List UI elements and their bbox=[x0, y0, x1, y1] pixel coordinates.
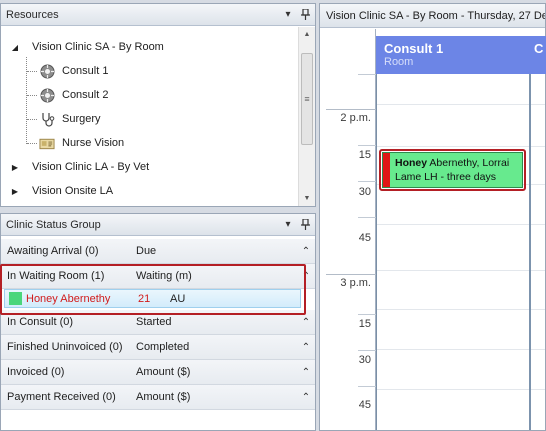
tree-group-label: Vision Clinic SA - By Room bbox=[32, 41, 164, 53]
status-group-column: Amount ($) bbox=[136, 366, 191, 378]
status-row-finished-uninvoiced[interactable]: Finished Uninvoiced (0) Completed ⌃ bbox=[1, 335, 315, 360]
collapse-caret-icon[interactable]: ⌃ bbox=[297, 246, 315, 257]
tree-item-label: Nurse Vision bbox=[62, 137, 125, 149]
time-label: 15 bbox=[358, 149, 371, 161]
appointment-reason: Lame LH - three days bbox=[395, 171, 496, 183]
clinic-status-panel: Clinic Status Group ▾ Awaiting Arrival (… bbox=[0, 213, 316, 431]
column-header-consult-1[interactable]: Consult 1 Room bbox=[376, 36, 530, 74]
tree-item-consult-1[interactable]: Consult 1 bbox=[1, 60, 108, 82]
tree-item-label: Surgery bbox=[62, 113, 101, 125]
collapsed-triangle-icon[interactable]: ▶ bbox=[10, 163, 20, 172]
status-group-name: Invoiced (0) bbox=[7, 366, 65, 378]
tree-group-vision-clinic-la[interactable]: ▶ Vision Clinic LA - By Vet bbox=[1, 156, 149, 178]
slot-line bbox=[376, 349, 545, 350]
status-row-invoiced[interactable]: Invoiced (0) Amount ($) ⌃ bbox=[1, 360, 315, 385]
calendar-title: Vision Clinic SA - By Room - Thursday, 2… bbox=[320, 4, 545, 28]
tree-group-label: Vision Clinic LA - By Vet bbox=[32, 161, 150, 173]
status-group-name: Finished Uninvoiced (0) bbox=[7, 341, 123, 353]
appointment-text: Honey Abernethy, Lorrai Lame LH - three … bbox=[390, 153, 509, 187]
time-tick bbox=[358, 350, 376, 351]
time-label: 30 bbox=[358, 186, 371, 198]
tree-group-vision-onsite-la[interactable]: ▶ Vision Onsite LA bbox=[1, 180, 113, 202]
pin-icon[interactable] bbox=[298, 8, 312, 22]
tree-item-surgery[interactable]: Surgery bbox=[1, 108, 101, 130]
collapse-caret-icon[interactable]: ⌃ bbox=[297, 367, 315, 378]
scrollbar-thumb[interactable]: ≡ bbox=[301, 53, 313, 145]
stethoscope-icon bbox=[39, 111, 55, 127]
scroll-down-icon[interactable]: ▼ bbox=[299, 191, 315, 206]
scroll-up-icon[interactable]: ▲ bbox=[299, 27, 315, 42]
column-name: Consult 1 bbox=[384, 41, 444, 56]
collapsed-triangle-icon[interactable]: ▶ bbox=[10, 187, 20, 196]
time-tick bbox=[358, 181, 376, 182]
appointment-block[interactable]: Honey Abernethy, Lorrai Lame LH - three … bbox=[382, 152, 523, 188]
slot-line bbox=[376, 146, 545, 147]
time-label: 3 p.m. bbox=[340, 277, 371, 289]
collapse-caret-icon[interactable]: ⌃ bbox=[297, 392, 315, 403]
calendar-panel: Vision Clinic SA - By Room - Thursday, 2… bbox=[319, 3, 546, 431]
time-label: 2 p.m. bbox=[340, 112, 371, 124]
time-label: 45 bbox=[358, 399, 371, 411]
time-label: 15 bbox=[358, 318, 371, 330]
dropdown-arrow-icon[interactable]: ▾ bbox=[281, 218, 295, 232]
tree-item-label: Consult 2 bbox=[62, 89, 109, 101]
collapse-caret-icon[interactable]: ⌃ bbox=[297, 317, 315, 328]
status-group-name: Awaiting Arrival (0) bbox=[7, 245, 99, 257]
slot-line bbox=[376, 309, 545, 310]
column-divider bbox=[376, 74, 377, 430]
appointment-status-bar bbox=[383, 153, 390, 187]
slot-line bbox=[376, 389, 545, 390]
tree-item-nurse-vision[interactable]: Nurse Vision bbox=[1, 132, 124, 154]
column-divider bbox=[529, 74, 531, 430]
resources-header: Resources ▾ bbox=[1, 4, 315, 26]
time-label: 45 bbox=[358, 232, 371, 244]
nurse-icon bbox=[39, 135, 55, 151]
tree-group-label: Vision Onsite LA bbox=[32, 185, 114, 197]
resources-title: Resources bbox=[6, 8, 59, 21]
column-subtitle: Room bbox=[384, 56, 414, 68]
hour-tick bbox=[326, 109, 376, 110]
tree-item-label: Consult 1 bbox=[62, 65, 109, 77]
status-group-column: Due bbox=[136, 245, 157, 257]
time-tick bbox=[358, 314, 376, 315]
hour-tick bbox=[326, 274, 376, 275]
resources-scrollbar[interactable]: ▲ ≡ ▼ bbox=[298, 27, 315, 206]
time-label: 30 bbox=[358, 354, 371, 366]
column-header-consult-2[interactable]: C bbox=[530, 36, 546, 74]
dropdown-arrow-icon[interactable]: ▾ bbox=[281, 8, 295, 22]
expanded-triangle-icon[interactable]: ◢ bbox=[10, 43, 20, 52]
stethoscope-icon bbox=[39, 87, 55, 103]
time-ruler: 2 p.m. 15 30 45 3 p.m. 15 30 45 bbox=[320, 29, 376, 430]
column-name: C bbox=[534, 41, 544, 56]
status-group-name: In Consult (0) bbox=[7, 316, 74, 328]
resources-panel: Resources ▾ ◢ Vision Clinic SA - By Room… bbox=[0, 3, 316, 207]
slot-line bbox=[376, 104, 545, 105]
status-row-payment-received[interactable]: Payment Received (0) Amount ($) ⌃ bbox=[1, 385, 315, 410]
appointment-patient-name: Honey bbox=[395, 157, 428, 169]
time-tick bbox=[358, 217, 376, 218]
tree-item-consult-2[interactable]: Consult 2 bbox=[1, 84, 108, 106]
status-row-awaiting-arrival[interactable]: Awaiting Arrival (0) Due ⌃ bbox=[1, 239, 315, 264]
appointment-patient-rest: Abernethy, Lorrai bbox=[427, 157, 510, 169]
status-group-column: Started bbox=[136, 316, 172, 328]
status-group-column: Completed bbox=[136, 341, 190, 353]
time-tick bbox=[358, 74, 376, 75]
time-tick bbox=[358, 386, 376, 387]
status-header: Clinic Status Group ▾ bbox=[1, 214, 315, 236]
slot-line bbox=[376, 224, 545, 225]
status-group-column: Amount ($) bbox=[136, 391, 191, 403]
waiting-room-highlight bbox=[0, 264, 306, 315]
stethoscope-icon bbox=[39, 63, 55, 79]
status-title: Clinic Status Group bbox=[6, 218, 101, 231]
time-tick bbox=[358, 145, 376, 146]
slot-line bbox=[376, 270, 545, 271]
tree-group-vision-clinic-sa[interactable]: ◢ Vision Clinic SA - By Room bbox=[1, 36, 164, 58]
resource-tree: ◢ Vision Clinic SA - By Room Consult 1 C… bbox=[1, 27, 298, 206]
collapse-caret-icon[interactable]: ⌃ bbox=[297, 342, 315, 353]
pin-icon[interactable] bbox=[298, 218, 312, 232]
status-group-name: Payment Received (0) bbox=[7, 391, 116, 403]
